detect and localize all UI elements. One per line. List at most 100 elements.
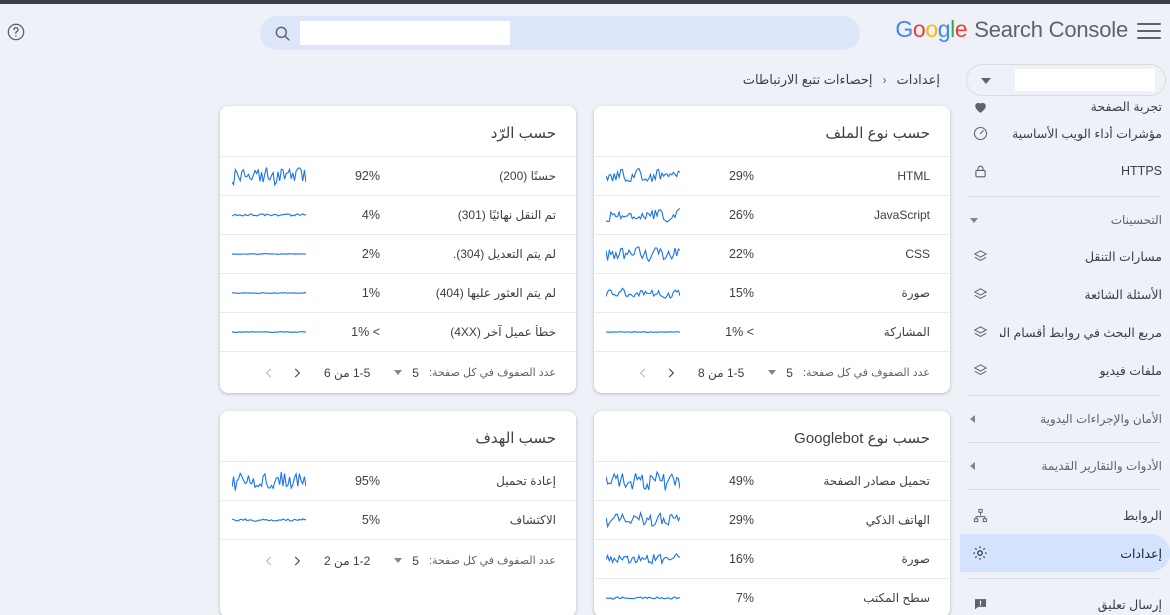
table-row[interactable]: لم يتم العثور عليها (404) 1% xyxy=(220,273,576,312)
row-sparkline xyxy=(232,203,306,227)
table-row[interactable]: إعادة تحميل 95% xyxy=(220,461,576,500)
row-sparkline xyxy=(232,242,306,266)
pagination-range: 1-5 من 6 xyxy=(324,365,371,380)
property-selector[interactable] xyxy=(966,64,1166,96)
chevron-left-icon xyxy=(970,462,975,470)
rows-per-page-select[interactable]: 5 xyxy=(394,366,419,380)
sidebar-item-videos[interactable]: ملفات فيديو xyxy=(960,351,1170,389)
sidebar-item-label: مسارات التنقل xyxy=(1084,249,1162,264)
card-title: حسب نوع Googlebot xyxy=(794,430,930,447)
previous-page-button[interactable] xyxy=(664,366,678,380)
layers-icon xyxy=(970,360,990,380)
sidebar-item-label: تجربة الصفحة xyxy=(1090,99,1162,114)
row-label: صورة xyxy=(901,552,930,566)
row-percentage: > 1% xyxy=(351,325,380,339)
next-page-button[interactable] xyxy=(262,554,276,568)
rows-per-page-select[interactable]: 5 xyxy=(768,366,793,380)
table-row[interactable]: CSS 22% xyxy=(594,234,950,273)
pagination-arrows xyxy=(636,366,678,380)
product-name: Search Console xyxy=(974,16,1128,42)
sidebar-item-breadcrumbs[interactable]: مسارات التنقل xyxy=(960,237,1170,275)
row-label: خطأ عميل آخر (4XX) xyxy=(450,325,556,339)
row-sparkline xyxy=(232,508,306,532)
row-percentage: 22% xyxy=(728,247,754,261)
table-row[interactable]: تحميل مصادر الصفحة 49% xyxy=(594,461,950,500)
next-page-button[interactable] xyxy=(262,366,276,380)
card-title: حسب نوع الملف xyxy=(825,125,931,142)
chevron-down-icon xyxy=(981,78,991,84)
row-sparkline xyxy=(232,320,306,344)
row-sparkline xyxy=(606,320,680,344)
row-sparkline xyxy=(232,281,306,305)
stat-card-by-response: حسب الرّد حسنًا (200) 92% تم النقل نهائيًا … xyxy=(220,106,576,393)
rows-per-page-value: 5 xyxy=(412,553,419,568)
crawl-stats-card-grid: حسب نوع الملف HTML 29% JavaScript 26% CSS 22% ص… xyxy=(4,106,950,615)
search-icon[interactable] xyxy=(273,24,292,43)
app-header: Google Search Console xyxy=(0,4,1170,58)
speedometer-icon xyxy=(970,123,990,143)
sidebar-item-faq[interactable]: الأسئلة الشائعة xyxy=(960,275,1170,313)
sidebar-item-label: ملفات فيديو xyxy=(1099,363,1162,378)
table-pagination: عدد الصفوف في كل صفحة: 5 1-2 من 2 xyxy=(220,539,576,581)
main-content: إعدادات ‹ إحصاءات تتبع الارتباطات حسب نو… xyxy=(0,58,960,615)
table-row[interactable]: صورة 16% xyxy=(594,539,950,578)
search-bar-container xyxy=(260,16,860,50)
table-row[interactable]: HTML 29% xyxy=(594,156,950,195)
sidebar-divider xyxy=(968,196,1160,197)
stat-card-by-file-type: حسب نوع الملف HTML 29% JavaScript 26% CSS 22% ص… xyxy=(594,106,950,393)
table-row[interactable]: المشاركة > 1% xyxy=(594,312,950,351)
rows-per-page-label: عدد الصفوف في كل صفحة: xyxy=(428,367,556,379)
table-pagination: عدد الصفوف في كل صفحة: 5 1-5 من 8 xyxy=(594,351,950,393)
hamburger-menu-icon[interactable] xyxy=(1136,20,1162,42)
row-sparkline xyxy=(606,281,680,305)
chevron-down-icon xyxy=(970,217,978,223)
help-circle-icon[interactable] xyxy=(6,22,26,42)
sidebar-group-enhancements[interactable]: التحسينات xyxy=(960,203,1170,237)
row-percentage: > 1% xyxy=(725,325,754,339)
previous-page-button[interactable] xyxy=(290,366,304,380)
table-row[interactable]: الاكتشاف 5% xyxy=(220,500,576,539)
sidebar-group-security[interactable]: الأمان والإجراءات اليدوية xyxy=(960,402,1170,436)
card-title: حسب الرّد xyxy=(490,125,556,142)
table-row[interactable]: لم يتم التعديل (304). 2% xyxy=(220,234,576,273)
row-label: CSS xyxy=(905,247,930,261)
breadcrumb-item-settings[interactable]: إعدادات xyxy=(897,72,940,88)
row-sparkline xyxy=(232,469,306,493)
row-sparkline xyxy=(606,469,680,493)
sidebar-item-send-feedback[interactable]: إرسال تعليق xyxy=(960,585,1170,615)
table-row[interactable]: سطح المكتب 7% xyxy=(594,578,950,615)
previous-page-button[interactable] xyxy=(290,554,304,568)
next-page-button[interactable] xyxy=(636,366,650,380)
sidebar-item-core-web-vitals[interactable]: مؤشرات أداء الويب الأساسية xyxy=(960,114,1170,152)
sidebar-nav: تجربة الصفحة مؤشرات أداء الويب الأساسية … xyxy=(960,58,1170,615)
page-experience-icon xyxy=(970,96,990,116)
sidebar-item-page-experience[interactable]: تجربة الصفحة xyxy=(960,98,1170,114)
sidebar-divider xyxy=(968,489,1160,490)
sidebar-divider xyxy=(968,395,1160,396)
sidebar-item-settings[interactable]: إعدادات xyxy=(960,534,1170,572)
row-label: لم يتم العثور عليها (404) xyxy=(435,286,556,300)
sidebar-item-links[interactable]: الروابط xyxy=(960,496,1170,534)
rows-per-page-select[interactable]: 5 xyxy=(394,554,419,568)
row-label: الهاتف الذكي xyxy=(865,513,930,527)
sidebar-group-legacy-tools[interactable]: الأدوات والتقارير القديمة xyxy=(960,449,1170,483)
table-row[interactable]: صورة 15% xyxy=(594,273,950,312)
table-row[interactable]: حسنًا (200) 92% xyxy=(220,156,576,195)
property-selector-value xyxy=(1015,69,1155,91)
sidebar-group-label: التحسينات xyxy=(1110,213,1162,227)
search-console-window: Google Search Console تجربة الصفحة مؤشرا… xyxy=(0,0,1170,615)
search-input[interactable] xyxy=(300,21,510,45)
breadcrumb-separator-icon: ‹ xyxy=(882,73,887,87)
sidebar-item-https[interactable]: HTTPS xyxy=(960,152,1170,190)
table-row[interactable]: خطأ عميل آخر (4XX) > 1% xyxy=(220,312,576,351)
row-sparkline xyxy=(606,586,680,610)
row-percentage: 7% xyxy=(735,591,754,605)
table-row[interactable]: JavaScript 26% xyxy=(594,195,950,234)
stat-card-by-purpose: حسب الهدف إعادة تحميل 95% الاكتشاف 5% عدد الص… xyxy=(220,411,576,615)
row-sparkline xyxy=(606,547,680,571)
row-label: المشاركة xyxy=(883,325,930,339)
sidebar-item-sitelinks-searchbox[interactable]: مربع البحث في روابط أقسام الموقع xyxy=(960,313,1170,351)
row-label: إعادة تحميل xyxy=(496,474,556,488)
table-row[interactable]: الهاتف الذكي 29% xyxy=(594,500,950,539)
table-row[interactable]: تم النقل نهائيًا (301) 4% xyxy=(220,195,576,234)
